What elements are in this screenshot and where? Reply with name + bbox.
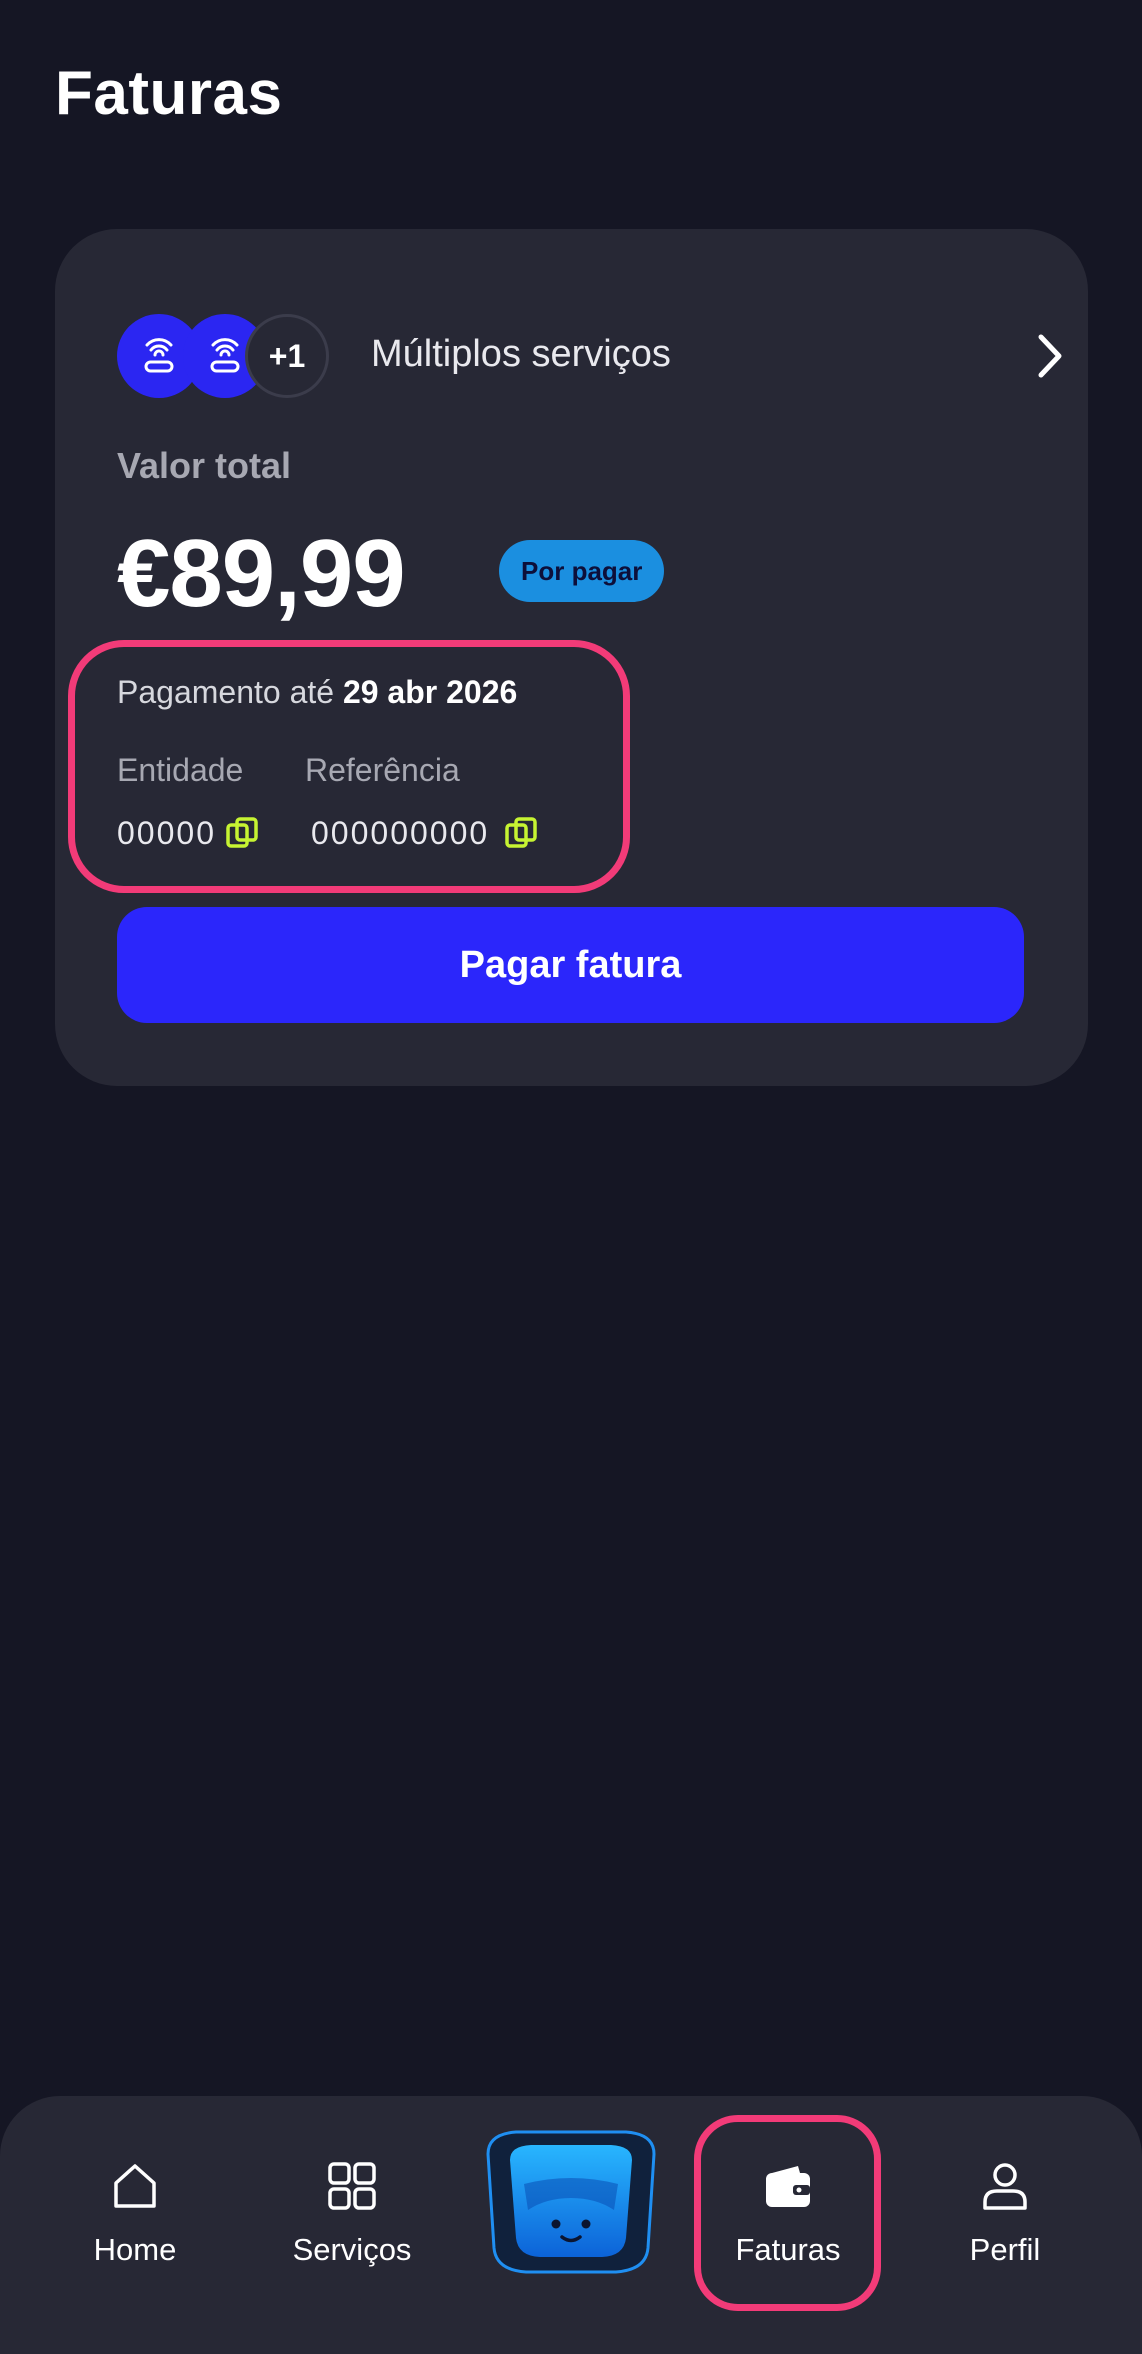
due-date-prefix: Pagamento até [117,674,335,710]
total-amount: €89,99 [117,520,406,627]
bottom-navigation: Home Serviços Faturas Perfil [0,2096,1142,2354]
invoice-card: +1 Múltiplos serviços Valor total €89,99… [55,229,1088,1086]
entity-value: 00000 [117,814,216,851]
entity-label: Entidade [117,752,244,788]
nav-item-profile[interactable]: Perfil [905,2158,1105,2278]
grid-icon [328,2162,376,2210]
assistant-avatar-icon [486,2130,656,2274]
nav-label-services: Serviços [292,2232,412,2267]
assistant-button[interactable] [476,2126,666,2276]
copy-icon[interactable] [224,814,262,852]
total-label: Valor total [117,445,292,486]
entity-field: 00000 [117,814,262,852]
more-services-badge: +1 [245,314,329,398]
reference-field: 000000000 [311,814,541,852]
nav-item-invoices[interactable]: Faturas [688,2158,888,2278]
nav-item-services[interactable]: Serviços [252,2158,452,2278]
wallet-icon [766,2166,810,2207]
services-label: Múltiplos serviços [371,333,671,375]
page-title: Faturas [55,59,283,128]
chevron-right-icon[interactable] [1022,328,1078,384]
copy-icon[interactable] [503,814,541,852]
user-icon [983,2163,1027,2210]
nav-label-invoices: Faturas [735,2232,841,2267]
due-date-line: Pagamento até 29 abr 2026 [117,674,617,711]
nav-item-home[interactable]: Home [35,2158,235,2278]
nav-label-profile: Perfil [969,2232,1041,2267]
pay-invoice-button[interactable]: Pagar fatura [117,907,1024,1023]
reference-value: 000000000 [311,814,490,851]
status-badge: Por pagar [499,540,665,602]
payment-reference-block: Pagamento até 29 abr 2026 Entidade Refer… [117,674,617,874]
due-date: 29 abr 2026 [342,674,518,710]
services-row[interactable]: +1 Múltiplos serviços [117,314,1062,398]
home-icon [114,2164,156,2208]
reference-label: Referência [305,752,460,788]
nav-label-home: Home [93,2232,177,2267]
